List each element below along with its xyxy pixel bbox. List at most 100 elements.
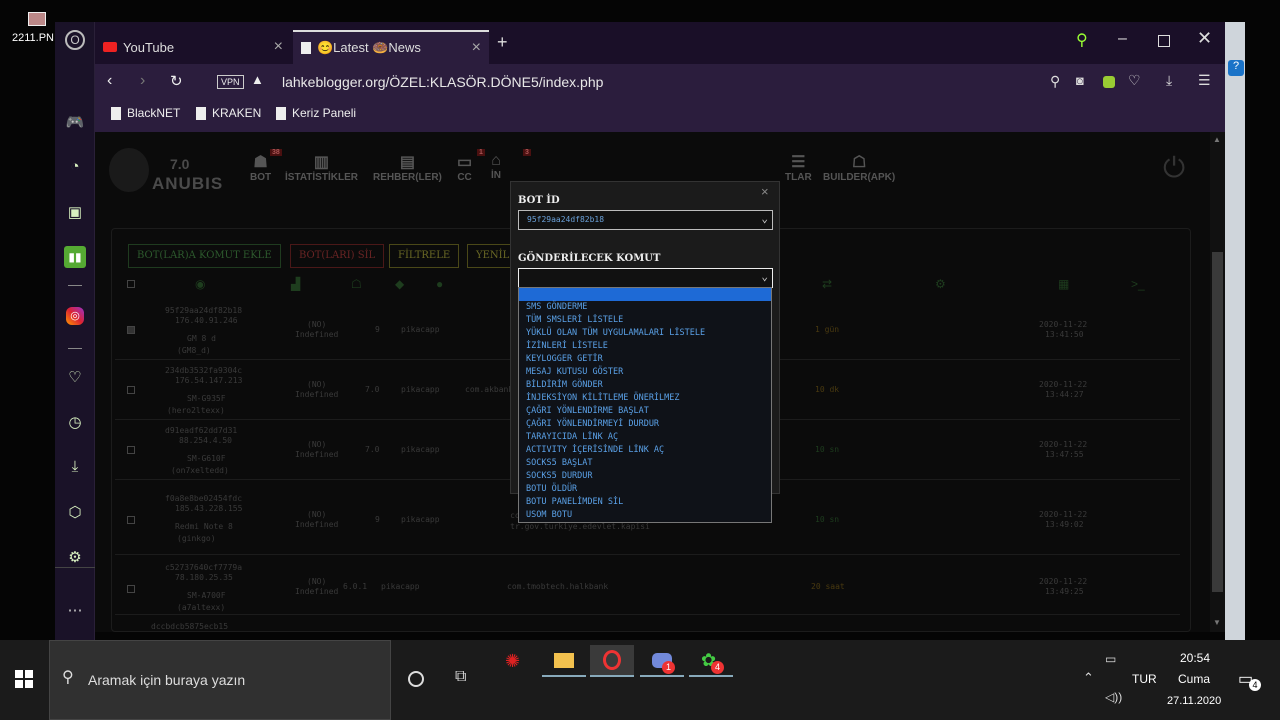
- heart-icon[interactable]: ♡: [1128, 72, 1141, 89]
- dropdown-option[interactable]: MESAJ KUTUSU GÖSTER: [526, 367, 623, 377]
- tag-icon: ◆: [395, 277, 405, 291]
- taskbar-app-discord[interactable]: 1: [640, 645, 684, 677]
- globe-icon: ●: [436, 277, 444, 291]
- clock-date[interactable]: 27.11.2020: [1167, 695, 1221, 707]
- taskbar-app-explorer[interactable]: [542, 645, 586, 677]
- clock-time[interactable]: 20:54: [1180, 651, 1210, 665]
- dropdown-option[interactable]: TÜM SMSLERİ LİSTELE: [526, 315, 623, 325]
- menu-icon[interactable]: ☰: [1198, 72, 1211, 89]
- vpn-badge[interactable]: VPN: [217, 75, 244, 89]
- dropdown-option[interactable]: ÇAĞRI YÖNLENDİRMEYİ DURDUR: [526, 419, 659, 429]
- reload-button[interactable]: ↻: [170, 72, 183, 90]
- dropdown-option[interactable]: SOCKS5 DURDUR: [526, 471, 593, 481]
- opera-logo-icon[interactable]: O: [65, 30, 85, 50]
- clock-day[interactable]: Cuma: [1178, 672, 1210, 686]
- search-input[interactable]: Aramak için buraya yazın: [88, 672, 245, 688]
- tab-latest-news[interactable]: 😊Latest 🍩News ×: [293, 30, 489, 64]
- nav-istatistikler[interactable]: ▥ İSTATİSTİKLER: [285, 152, 358, 183]
- search-tabs-icon[interactable]: ⚲: [1076, 30, 1088, 50]
- close-icon[interactable]: ×: [761, 184, 769, 199]
- dropdown-option[interactable]: USOM BOTU: [526, 510, 572, 520]
- dropdown-option[interactable]: BİLDİRİM GÖNDER: [526, 380, 603, 390]
- dropdown-option[interactable]: KEYLOGGER GETİR: [526, 354, 603, 364]
- row-checkbox[interactable]: [127, 585, 135, 593]
- twitch-icon[interactable]: ▮▮: [64, 246, 86, 268]
- history-icon[interactable]: ◷: [64, 412, 86, 434]
- taskbar-app-paw[interactable]: ✿ 4: [689, 645, 733, 677]
- nav-bot[interactable]: ☗ BOT 38: [250, 149, 282, 183]
- dropdown-option[interactable]: BOTU PANELİMDEN SİL: [526, 497, 623, 507]
- instagram-icon[interactable]: ◎: [66, 307, 84, 325]
- nav-ayarlar[interactable]: ☰ TLAR: [785, 152, 812, 183]
- nav-rehberler[interactable]: ▤ REHBER(LER): [373, 152, 442, 183]
- search-icon[interactable]: ⚲: [1050, 73, 1060, 90]
- task-view-icon[interactable]: ⧉: [455, 668, 466, 686]
- nav-builder[interactable]: ☖ BUILDER(APK): [823, 152, 895, 183]
- delete-bots-button[interactable]: BOT(LARI) SİL: [290, 244, 385, 268]
- dropdown-option[interactable]: ACTIVITY İÇERİSİNDE LİNK AÇ: [526, 445, 664, 455]
- scroll-thumb[interactable]: [1212, 252, 1223, 592]
- bag-icon[interactable]: ▣: [64, 202, 86, 224]
- download-icon[interactable]: ⤓: [64, 456, 86, 478]
- forward-button[interactable]: ›: [140, 72, 145, 90]
- windows-start-icon[interactable]: [15, 670, 33, 688]
- volume-icon[interactable]: ◁)): [1105, 690, 1122, 704]
- settings-icon[interactable]: ⚙: [64, 547, 86, 569]
- gamepad-icon[interactable]: 🎮: [64, 112, 86, 134]
- warning-icon[interactable]: ▲: [251, 72, 264, 87]
- dropdown-option[interactable]: ÇAĞRI YÖNLENDİRME BAŞLAT: [526, 406, 649, 416]
- table-row[interactable]: c52737640cf7779a 78.180.25.35 SM-A700F (…: [115, 555, 1180, 615]
- tab-youtube[interactable]: YouTube ×: [95, 30, 291, 64]
- dropdown-option[interactable]: SMS GÖNDERME: [526, 302, 587, 312]
- page-scrollbar[interactable]: ▲ ▼: [1210, 132, 1225, 632]
- row-checkbox[interactable]: [127, 516, 135, 524]
- dropdown-option[interactable]: YÜKLÜ OLAN TÜM UYGULAMALARI LİSTELE: [526, 328, 705, 338]
- row-checkbox[interactable]: [127, 326, 135, 334]
- add-command-button[interactable]: BOT(LAR)A KOMUT EKLE: [128, 244, 281, 268]
- close-icon[interactable]: ×: [274, 38, 283, 56]
- speed-dial-icon[interactable]: ◔: [64, 156, 86, 178]
- dropdown-option[interactable]: İNJEKSİYON KİLİTLEME ÖNERİLMEZ: [526, 393, 680, 403]
- nav-cc[interactable]: ▭ CC 1: [457, 149, 485, 183]
- url-field[interactable]: lahkeblogger.org/ÖZEL:KLASÖR.DÖNE5/index…: [282, 74, 603, 90]
- taskbar-app-opera[interactable]: [590, 645, 634, 677]
- dropdown-option[interactable]: BOTU ÖLDÜR: [526, 484, 577, 494]
- network-icon[interactable]: ▭: [1105, 652, 1116, 666]
- back-button[interactable]: ‹: [107, 72, 112, 90]
- bookmark-keriz-paneli[interactable]: Keriz Paneli: [276, 106, 356, 120]
- close-window-button[interactable]: ✕: [1197, 28, 1212, 49]
- cortana-icon[interactable]: [408, 671, 424, 687]
- heart-icon[interactable]: ♡: [64, 367, 86, 389]
- close-icon[interactable]: ×: [472, 39, 481, 57]
- taskbar-search[interactable]: ⚲ Aramak için buraya yazın: [49, 640, 391, 720]
- adblock-icon[interactable]: [1103, 76, 1115, 88]
- bookmark-kraken[interactable]: KRAKEN: [196, 106, 261, 120]
- power-icon[interactable]: ⏻: [1163, 152, 1185, 185]
- minimize-button[interactable]: –: [1118, 30, 1127, 48]
- row-checkbox[interactable]: [127, 386, 135, 394]
- desktop-file-icon[interactable]: [28, 12, 46, 26]
- dropdown-option[interactable]: SOCKS5 BAŞLAT: [526, 458, 593, 468]
- language-indicator[interactable]: TUR: [1132, 672, 1157, 686]
- dropdown-option-empty[interactable]: [519, 288, 771, 301]
- taskbar-app-gear[interactable]: ✺: [493, 645, 537, 677]
- dropdown-option[interactable]: TARAYICIDA LİNK AÇ: [526, 432, 618, 442]
- nav-injection[interactable]: ⌂ İN 3: [491, 149, 531, 181]
- row-checkbox[interactable]: [127, 446, 135, 454]
- command-select[interactable]: ⌄: [518, 268, 773, 288]
- bot-id-select[interactable]: 95f29aa24df82b18 ⌄: [518, 210, 773, 230]
- gears-icon: ⚙: [935, 277, 946, 291]
- new-tab-button[interactable]: +: [497, 32, 508, 53]
- filter-button[interactable]: FİLTRELE: [389, 244, 460, 268]
- maximize-button[interactable]: [1158, 35, 1170, 47]
- bookmark-blacknet[interactable]: BlackNET: [111, 106, 180, 120]
- chevron-up-icon[interactable]: ⌃: [1083, 670, 1094, 686]
- cube-icon[interactable]: ⬡: [64, 502, 86, 524]
- more-icon[interactable]: ⋯: [64, 600, 86, 622]
- tab-bar: YouTube × 😊Latest 🍩News × + ⚲ – ✕: [95, 22, 1245, 64]
- download-icon[interactable]: ⤓: [1166, 72, 1172, 89]
- select-all-checkbox[interactable]: [127, 280, 135, 288]
- help-icon[interactable]: ?: [1228, 60, 1244, 76]
- camera-icon[interactable]: ◙: [1076, 73, 1084, 88]
- dropdown-option[interactable]: İZİNLERİ LİSTELE: [526, 341, 608, 351]
